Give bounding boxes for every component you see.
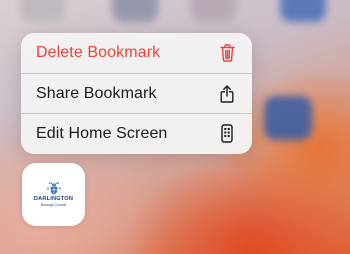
share-bookmark-label: Share Bookmark [36, 84, 157, 102]
delete-bookmark-label: Delete Bookmark [36, 44, 161, 61]
edit-home-screen-label: Edit Home Screen [36, 124, 168, 142]
share-icon [218, 84, 236, 104]
bookmark-brand-name: DARLINGTON [33, 196, 74, 202]
blurred-app-icon [280, 0, 326, 22]
phone-icon [218, 124, 236, 144]
share-bookmark-item[interactable]: Share Bookmark [21, 73, 252, 113]
blurred-app-icon [264, 96, 312, 140]
blurred-app-icon [112, 0, 158, 22]
darlington-bookmark-icon[interactable]: DARLINGTON Borough Council [22, 163, 85, 226]
crest-icon [46, 182, 61, 195]
edit-home-screen-item[interactable]: Edit Home Screen [21, 113, 252, 153]
delete-bookmark-item[interactable]: Delete Bookmark [21, 33, 252, 73]
blurred-app-icon [20, 0, 66, 22]
trash-icon [218, 43, 236, 63]
home-screen: Delete Bookmark Share Bookmark Edit Home… [0, 0, 350, 254]
blurred-app-icon [190, 0, 236, 22]
bookmark-brand-subtitle: Borough Council [40, 202, 67, 207]
context-menu: Delete Bookmark Share Bookmark Edit Home… [21, 33, 252, 154]
